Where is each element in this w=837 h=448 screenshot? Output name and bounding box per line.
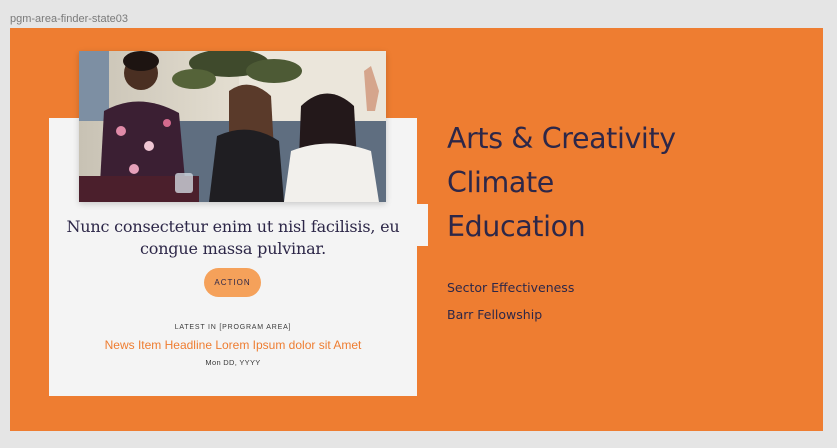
card-quote: Nunc consectetur enim ut nisl facilisis,… (66, 217, 400, 258)
program-area-finder: Nunc consectetur enim ut nisl facilisis,… (10, 28, 823, 431)
program-item-sector-effectiveness[interactable]: Sector Effectiveness (447, 274, 574, 301)
program-item-arts-creativity[interactable]: Arts & Creativity (447, 117, 676, 161)
program-item-education[interactable]: Education (447, 205, 676, 249)
program-item-barr-fellowship[interactable]: Barr Fellowship (447, 301, 574, 328)
feature-photo (79, 51, 386, 202)
photo-of-smiling-women-icon (79, 51, 386, 202)
action-button[interactable]: ACTION (204, 268, 261, 297)
secondary-program-list: Sector Effectiveness Barr Fellowship (447, 274, 574, 328)
latest-in-label: LATEST IN [PROGRAM AREA] (174, 324, 292, 331)
news-headline-link[interactable]: News Item Headline Lorem Ipsum dolor sit… (49, 338, 417, 352)
card-notch (416, 204, 428, 246)
program-area-list: Arts & Creativity Climate Education (447, 117, 676, 249)
frame-label: pgm-area-finder-state03 (10, 13, 129, 25)
program-item-climate[interactable]: Climate (447, 161, 676, 205)
news-date: Mon DD, YYYY (205, 358, 261, 367)
